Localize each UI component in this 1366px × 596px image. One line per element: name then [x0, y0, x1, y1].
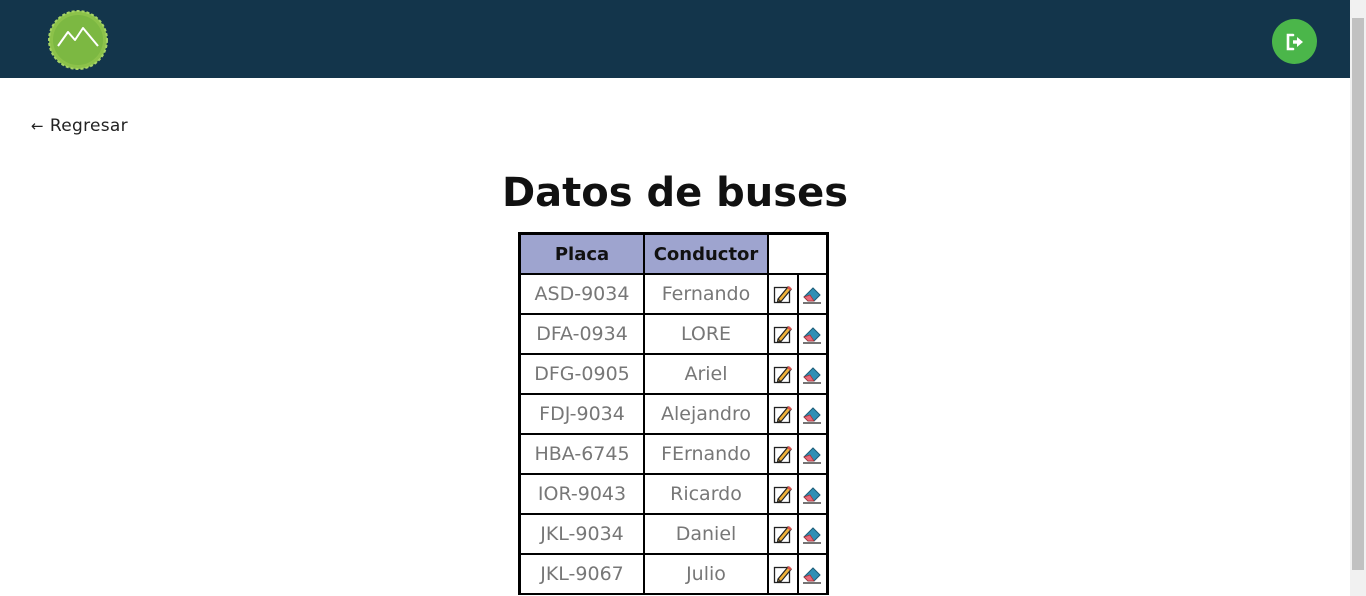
cell-placa: FDJ-9034	[521, 393, 645, 435]
delete-button[interactable]	[796, 433, 826, 475]
table-row: DFG-0905 Ariel	[521, 353, 826, 395]
eraser-delete-icon	[803, 407, 822, 424]
eraser-delete-icon	[803, 487, 822, 504]
delete-button[interactable]	[796, 353, 826, 395]
arrow-left-icon: ←	[31, 117, 44, 135]
pencil-edit-icon	[773, 486, 792, 504]
header-conductor: Conductor	[643, 235, 769, 275]
table-row: DFA-0934 LORE	[521, 313, 826, 355]
table-row: JKL-9034 Daniel	[521, 513, 826, 555]
edit-button[interactable]	[767, 513, 799, 555]
header-placa: Placa	[521, 235, 645, 275]
cell-conductor: Fernando	[643, 273, 769, 315]
pencil-edit-icon	[773, 286, 792, 304]
pencil-edit-icon	[773, 566, 792, 584]
pencil-edit-icon	[773, 406, 792, 424]
table-row: IOR-9043 Ricardo	[521, 473, 826, 515]
buses-table: Placa Conductor ASD-9034 Fernando DFA-0934…	[518, 232, 829, 595]
cell-placa: IOR-9043	[521, 473, 645, 515]
edit-button[interactable]	[767, 393, 799, 435]
edit-button[interactable]	[767, 313, 799, 355]
cell-conductor: Ricardo	[643, 473, 769, 515]
edit-button[interactable]	[767, 553, 799, 595]
table-row: JKL-9067 Julio	[521, 553, 826, 595]
table-row: ASD-9034 Fernando	[521, 273, 826, 315]
pencil-edit-icon	[773, 526, 792, 544]
cell-placa: DFA-0934	[521, 313, 645, 355]
cell-placa: JKL-9034	[521, 513, 645, 555]
edit-button[interactable]	[767, 353, 799, 395]
cell-placa: DFG-0905	[521, 353, 645, 395]
delete-button[interactable]	[796, 393, 826, 435]
eraser-delete-icon	[803, 367, 822, 384]
table-row: FDJ-9034 Alejandro	[521, 393, 826, 435]
pencil-edit-icon	[773, 366, 792, 384]
cell-conductor: FErnando	[643, 433, 769, 475]
cell-conductor: LORE	[643, 313, 769, 355]
cell-placa: HBA-6745	[521, 433, 645, 475]
pencil-edit-icon	[773, 446, 792, 464]
cell-conductor: Julio	[643, 553, 769, 595]
eraser-delete-icon	[803, 447, 822, 464]
delete-button[interactable]	[796, 513, 826, 555]
eraser-delete-icon	[803, 527, 822, 544]
pencil-edit-icon	[773, 326, 792, 344]
table-row: HBA-6745 FErnando	[521, 433, 826, 475]
delete-button[interactable]	[796, 553, 826, 595]
header-actions	[767, 235, 826, 275]
cell-placa: JKL-9067	[521, 553, 645, 595]
mountain-logo-icon[interactable]	[48, 10, 108, 70]
edit-button[interactable]	[767, 273, 799, 315]
scrollbar-thumb[interactable]	[1352, 18, 1364, 570]
logout-icon	[1286, 33, 1303, 50]
delete-button[interactable]	[796, 313, 826, 355]
cell-placa: ASD-9034	[521, 273, 645, 315]
page-title: Datos de buses	[501, 170, 849, 216]
edit-button[interactable]	[767, 473, 799, 515]
cell-conductor: Alejandro	[643, 393, 769, 435]
back-link[interactable]: ← Regresar	[31, 116, 128, 136]
back-label: Regresar	[49, 116, 128, 136]
vertical-scrollbar[interactable]	[1350, 0, 1366, 596]
eraser-delete-icon	[803, 567, 822, 584]
logout-button[interactable]	[1272, 19, 1317, 64]
eraser-delete-icon	[803, 327, 822, 344]
delete-button[interactable]	[796, 473, 826, 515]
eraser-delete-icon	[803, 287, 822, 304]
cell-conductor: Daniel	[643, 513, 769, 555]
top-navbar	[0, 0, 1350, 78]
edit-button[interactable]	[767, 433, 799, 475]
delete-button[interactable]	[796, 273, 826, 315]
cell-conductor: Ariel	[643, 353, 769, 395]
